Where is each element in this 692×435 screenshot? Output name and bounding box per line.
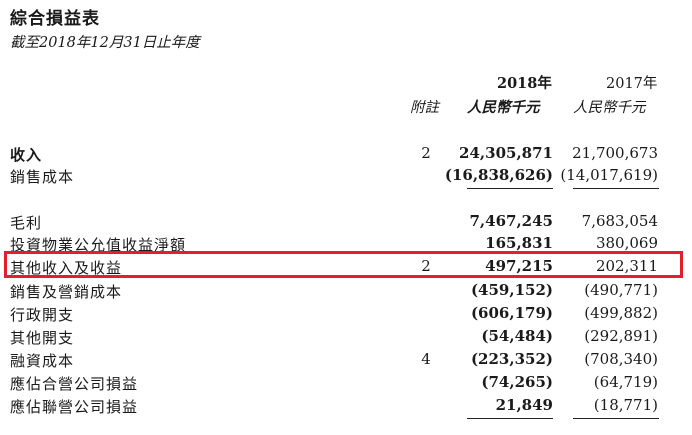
row-value-2018: 165,831: [485, 234, 553, 252]
header-year-2017: 2017年: [606, 76, 658, 92]
row-finance-costs: 融資成本 4 (223,352) (708,340): [0, 350, 692, 372]
row-label: 其他開支: [10, 329, 75, 347]
row-label: 行政開支: [10, 306, 75, 324]
row-admin-expenses: 行政開支 (606,179) (499,882): [0, 304, 692, 326]
underline-2018-bottom: [467, 418, 553, 419]
row-value-2017: (708,340): [584, 350, 658, 368]
underline-2018: [467, 188, 553, 189]
row-note: 2: [421, 144, 431, 162]
header-year-2018: 2018年: [497, 75, 552, 92]
row-value-2018: (606,179): [470, 304, 553, 322]
row-value-2018: (54,484): [481, 327, 553, 345]
row-value-2017: 21,700,673: [572, 144, 658, 162]
row-value-2017: (292,891): [584, 327, 658, 345]
row-value-2017: (499,882): [584, 304, 658, 322]
row-value-2017: 7,683,054: [581, 212, 658, 230]
row-value-2017: (18,771): [593, 396, 658, 414]
row-label: 毛利: [10, 214, 43, 232]
row-cost-of-sales: 銷售成本 (16,838,626) (14,017,619): [0, 166, 692, 188]
row-value-2018: (223,352): [470, 350, 553, 368]
row-label: 應佔聯營公司損益: [10, 398, 139, 416]
row-value-2017: (490,771): [584, 281, 658, 299]
header-currency-2018: 人民幣千元: [467, 99, 540, 116]
row-label: 銷售成本: [10, 168, 75, 186]
header-currency-2017: 人民幣千元: [573, 100, 646, 116]
row-selling-marketing-costs: 銷售及營銷成本 (459,152) (490,771): [0, 281, 692, 303]
row-label: 融資成本: [10, 352, 75, 370]
row-value-2018: (74,265): [481, 373, 553, 391]
row-note: 4: [421, 350, 431, 368]
row-share-associates: 應佔聯營公司損益 21,849 (18,771): [0, 396, 692, 418]
row-value-2018: (459,152): [470, 281, 553, 299]
page-subtitle: 截至2018年12月31日止年度: [10, 35, 200, 51]
underline-2017-bottom: [573, 418, 659, 419]
page-title: 綜合損益表: [10, 9, 100, 29]
row-other-expenses: 其他開支 (54,484) (292,891): [0, 327, 692, 349]
row-value-2018: 24,305,871: [459, 144, 553, 162]
row-label: 應佔合營公司損益: [10, 375, 139, 393]
row-label: 銷售及營銷成本: [10, 283, 123, 301]
row-value-2018: (16,838,626): [444, 166, 553, 184]
underline-2017: [573, 188, 659, 189]
row-value-2018: 7,467,245: [469, 212, 553, 230]
row-value-2018: 21,849: [495, 396, 553, 414]
row-gross-profit: 毛利 7,467,245 7,683,054: [0, 212, 692, 234]
row-value-2017: (14,017,619): [560, 166, 658, 184]
header-note-column: 附註: [410, 100, 439, 116]
row-label: 收入: [10, 146, 43, 164]
row-revenue: 收入 2 24,305,871 21,700,673: [0, 144, 692, 166]
row-value-2017: (64,719): [593, 373, 658, 391]
row-share-jv: 應佔合營公司損益 (74,265) (64,719): [0, 373, 692, 395]
highlight-box: [4, 251, 683, 278]
row-value-2017: 380,069: [595, 234, 658, 252]
